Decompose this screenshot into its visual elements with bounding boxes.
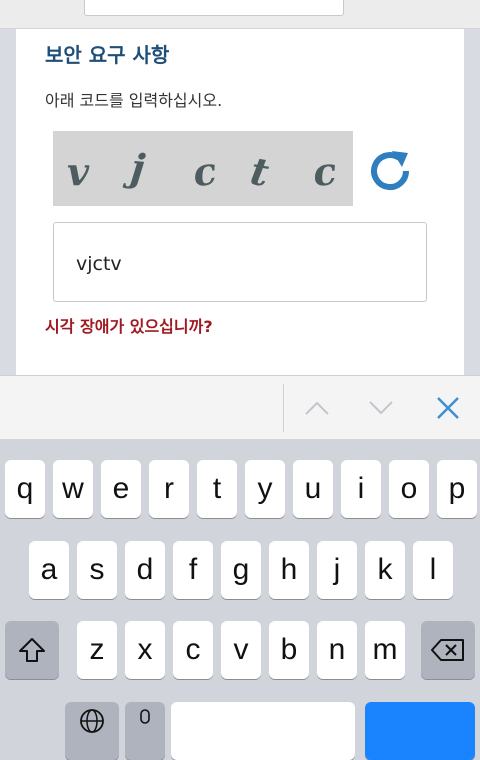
shift-key[interactable] [5, 621, 59, 679]
shift-icon [19, 638, 45, 662]
security-card: 보안 요구 사항 아래 코드를 입력하십시오. v j c t c vjctv … [16, 29, 464, 375]
previous-field-button[interactable] [299, 390, 335, 426]
key[interactable]: d [125, 541, 165, 599]
key[interactable]: a [29, 541, 69, 599]
key[interactable]: s [77, 541, 117, 599]
visual-impairment-link[interactable]: 시각 장애가 있으십니까? [45, 313, 213, 337]
browser-top-strip [0, 0, 480, 29]
captcha-answer-input[interactable]: vjctv [53, 222, 427, 302]
key[interactable]: l [413, 541, 453, 599]
accessory-divider [283, 384, 284, 432]
key[interactable]: b [269, 621, 309, 679]
go-key[interactable] [365, 702, 475, 760]
close-icon [437, 397, 459, 419]
dictation-key[interactable] [125, 702, 165, 760]
captcha-image: v j c t c [53, 131, 353, 206]
key[interactable]: x [125, 621, 165, 679]
captcha-char: j [128, 144, 148, 191]
key[interactable]: k [365, 541, 405, 599]
chevron-down-icon [369, 401, 393, 415]
key[interactable]: y [245, 460, 285, 518]
key[interactable]: r [149, 460, 189, 518]
next-field-button[interactable] [363, 390, 399, 426]
key[interactable]: t [197, 460, 237, 518]
key[interactable]: o [389, 460, 429, 518]
space-key[interactable] [171, 702, 355, 760]
chevron-up-icon [305, 401, 329, 415]
close-keyboard-button[interactable] [430, 390, 466, 426]
backspace-icon [431, 639, 464, 661]
delete-key[interactable] [421, 621, 475, 679]
top-input-field[interactable] [84, 0, 344, 16]
on-screen-keyboard: q w e r t y u i o p a s d f g h j k l z … [0, 439, 480, 760]
globe-key[interactable] [65, 702, 119, 760]
key[interactable]: z [77, 621, 117, 679]
page-content: 보안 요구 사항 아래 코드를 입력하십시오. v j c t c vjctv … [0, 29, 480, 375]
key[interactable]: j [317, 541, 357, 599]
captcha-char: t [247, 147, 273, 196]
key[interactable]: f [173, 541, 213, 599]
key[interactable]: h [269, 541, 309, 599]
key[interactable]: u [293, 460, 333, 518]
captcha-char: c [310, 147, 339, 196]
key[interactable]: n [317, 621, 357, 679]
key[interactable]: v [221, 621, 261, 679]
key[interactable]: i [341, 460, 381, 518]
instruction-text: 아래 코드를 입력하십시오. [45, 91, 223, 110]
keyboard-accessory-bar [0, 375, 480, 440]
captcha-answer-value: vjctv [76, 253, 122, 275]
key[interactable]: c [173, 621, 213, 679]
key[interactable]: m [365, 621, 405, 679]
key[interactable]: p [437, 460, 477, 518]
globe-icon [80, 709, 104, 733]
refresh-captcha-button[interactable] [366, 147, 414, 195]
key[interactable]: e [101, 460, 141, 518]
microphone-icon [140, 709, 150, 724]
key[interactable]: g [221, 541, 261, 599]
page-title: 보안 요구 사항 [45, 43, 170, 67]
captcha-char: c [189, 147, 220, 196]
key[interactable]: q [5, 460, 45, 518]
captcha-char: v [67, 149, 90, 194]
key[interactable]: w [53, 460, 93, 518]
refresh-icon [371, 151, 409, 190]
